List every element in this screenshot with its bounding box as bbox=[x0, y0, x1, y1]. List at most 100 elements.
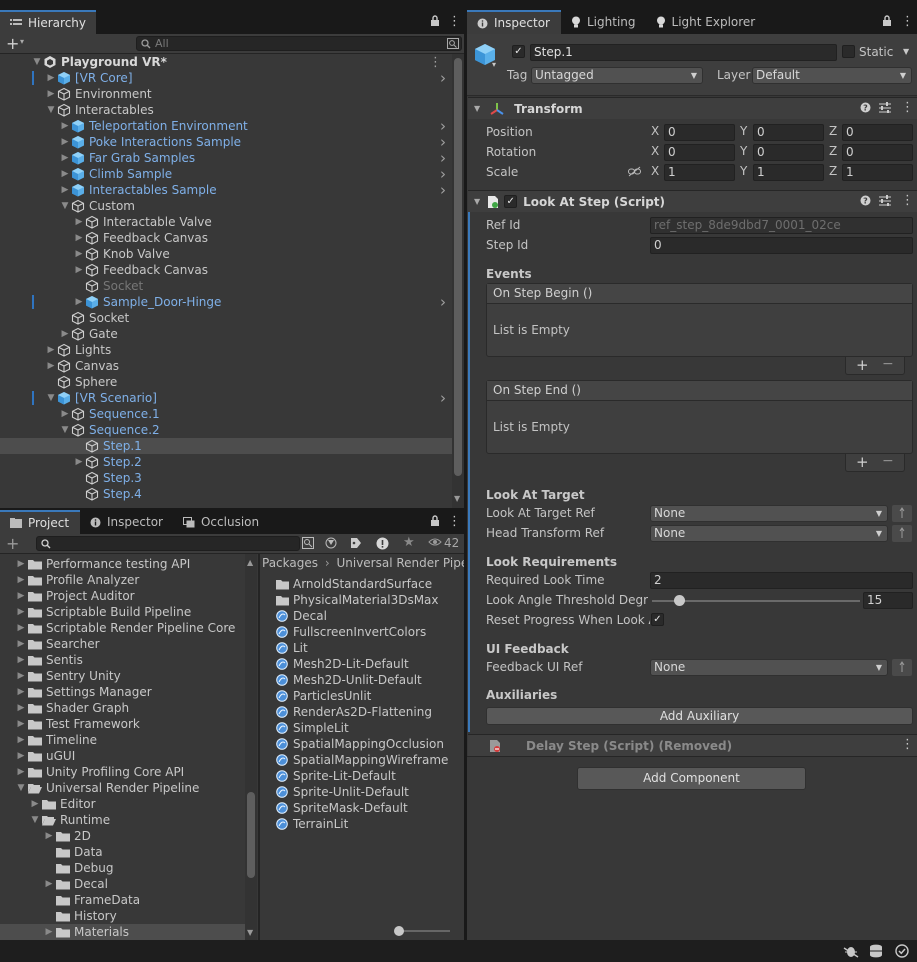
favorite-star-icon[interactable]: ★ bbox=[403, 535, 415, 550]
tab-hierarchy[interactable]: Hierarchy bbox=[0, 10, 96, 34]
folder-expand-icon[interactable]: ▶ bbox=[16, 623, 26, 633]
project-folder-row[interactable]: ▶ Project Auditor bbox=[0, 588, 245, 604]
look-at-step-enabled-checkbox[interactable]: ✓ bbox=[504, 195, 518, 208]
transform-presets-icon[interactable] bbox=[879, 102, 891, 113]
on-step-begin-add-button[interactable]: + bbox=[856, 356, 869, 374]
breadcrumb-packages[interactable]: Packages bbox=[262, 556, 318, 570]
project-folder-row[interactable]: ▶ Sentry Unity bbox=[0, 668, 245, 684]
hierarchy-row[interactable]: ▶ Feedback Canvas bbox=[0, 230, 452, 246]
look-at-step-header[interactable]: ▼ ✓ Look At Step (Script) bbox=[468, 190, 917, 212]
hierarchy-row[interactable]: Step.3 bbox=[0, 470, 452, 486]
filter-by-type-icon[interactable] bbox=[325, 537, 337, 549]
expand-toggle-icon[interactable]: ▶ bbox=[60, 166, 70, 182]
look-at-step-fold-icon[interactable]: ▼ bbox=[474, 197, 480, 206]
open-prefab-chevron-icon[interactable]: › bbox=[440, 181, 446, 199]
transform-position-z-field[interactable]: 0 bbox=[842, 124, 913, 141]
folder-expand-icon[interactable]: ▶ bbox=[16, 591, 26, 601]
tree-scroll-down-icon[interactable]: ▼ bbox=[247, 928, 253, 937]
project-folder-row[interactable]: ▶ 2D bbox=[0, 828, 245, 844]
cache-server-icon[interactable] bbox=[869, 944, 883, 958]
reset-progress-checkbox[interactable]: ✓ bbox=[651, 613, 664, 626]
project-lock-icon[interactable] bbox=[430, 515, 440, 527]
project-folder-row[interactable]: ▶ Settings Manager bbox=[0, 684, 245, 700]
project-asset-item[interactable]: Lit bbox=[276, 640, 308, 656]
step-id-field[interactable]: 0 bbox=[650, 237, 913, 254]
folder-expand-icon[interactable]: ▶ bbox=[16, 575, 26, 585]
hierarchy-row[interactable]: Socket bbox=[0, 278, 452, 294]
transform-scale-x-field[interactable]: 1 bbox=[664, 164, 735, 181]
eye-icon[interactable] bbox=[428, 537, 442, 547]
project-folder-row[interactable]: ▶ Scriptable Build Pipeline bbox=[0, 604, 245, 620]
expand-toggle-icon[interactable]: ▼ bbox=[46, 102, 56, 118]
expand-toggle-icon[interactable]: ▶ bbox=[74, 262, 84, 278]
on-step-end-add-button[interactable]: + bbox=[856, 453, 869, 471]
project-folder-row[interactable]: ▶ Decal bbox=[0, 876, 245, 892]
project-splitter[interactable] bbox=[258, 554, 260, 940]
transform-position-y-field[interactable]: 0 bbox=[753, 124, 824, 141]
folder-expand-icon[interactable]: ▶ bbox=[44, 831, 54, 841]
project-folder-row[interactable]: Data bbox=[0, 844, 245, 860]
scene-menu-icon[interactable]: ⋮ bbox=[429, 55, 442, 70]
transform-rotation-x-field[interactable]: 0 bbox=[664, 144, 735, 161]
delay-step-more-icon[interactable]: ⋮ bbox=[901, 737, 914, 752]
hierarchy-row[interactable]: ▶ Teleportation Environment › bbox=[0, 117, 452, 135]
expand-toggle-icon[interactable]: ▶ bbox=[60, 118, 70, 134]
required-look-time-field[interactable]: 2 bbox=[650, 572, 913, 589]
hierarchy-row[interactable]: ▼ [VR Scenario] › bbox=[0, 389, 452, 407]
hierarchy-row[interactable]: Socket bbox=[0, 310, 452, 326]
look-at-step-presets-icon[interactable] bbox=[879, 195, 891, 206]
head-transform-ref-picker-icon[interactable] bbox=[892, 525, 912, 542]
project-asset-item[interactable]: ParticlesUnlit bbox=[276, 688, 371, 704]
expand-toggle-icon[interactable]: ▶ bbox=[74, 454, 84, 470]
hierarchy-row[interactable]: Step.4 bbox=[0, 486, 452, 502]
transform-scale-z-field[interactable]: 1 bbox=[842, 164, 913, 181]
tab-occlusion[interactable]: Occlusion bbox=[173, 510, 269, 534]
expand-toggle-icon[interactable]: ▶ bbox=[60, 134, 70, 150]
project-asset-item[interactable]: Sprite-Lit-Default bbox=[276, 768, 396, 784]
expand-toggle-icon[interactable]: ▶ bbox=[74, 230, 84, 246]
expand-toggle-icon[interactable]: ▶ bbox=[46, 86, 56, 102]
expand-toggle-icon[interactable]: ▶ bbox=[60, 150, 70, 166]
folder-expand-icon[interactable]: ▶ bbox=[16, 687, 26, 697]
label-tag-icon[interactable] bbox=[350, 537, 362, 549]
project-asset-item[interactable]: Mesh2D-Unlit-Default bbox=[276, 672, 422, 688]
folder-expand-icon[interactable]: ▶ bbox=[16, 767, 26, 777]
transform-rotation-y-field[interactable]: 0 bbox=[753, 144, 824, 161]
debug-bug-icon[interactable] bbox=[843, 944, 859, 958]
folder-expand-icon[interactable]: ▶ bbox=[16, 703, 26, 713]
project-tree-scroll-thumb[interactable] bbox=[247, 792, 255, 878]
scene-expand-icon[interactable]: ▼ bbox=[32, 54, 42, 70]
project-folder-row[interactable]: ▼ Runtime bbox=[0, 812, 245, 828]
zoom-slider-thumb[interactable] bbox=[394, 926, 404, 936]
transform-scale-y-field[interactable]: 1 bbox=[753, 164, 824, 181]
hierarchy-row[interactable]: Sphere bbox=[0, 374, 452, 390]
warning-filter-icon[interactable] bbox=[376, 537, 389, 550]
transform-more-icon[interactable]: ⋮ bbox=[901, 100, 914, 115]
expand-toggle-icon[interactable]: ▶ bbox=[74, 246, 84, 262]
hierarchy-row[interactable]: ▶ [VR Core] › bbox=[0, 69, 452, 87]
head-transform-ref-dropdown[interactable]: None ▼ bbox=[650, 525, 888, 542]
inspector-more-icon[interactable]: ⋮ bbox=[901, 14, 914, 29]
expand-toggle-icon[interactable]: ▼ bbox=[46, 390, 56, 406]
folder-expand-icon[interactable]: ▶ bbox=[30, 799, 40, 809]
transform-fold-icon[interactable]: ▼ bbox=[474, 104, 480, 113]
search-filter-icon[interactable] bbox=[447, 38, 459, 49]
project-asset-item[interactable]: FullscreenInvertColors bbox=[276, 624, 426, 640]
tab-inspector-bottom[interactable]: Inspector bbox=[80, 510, 173, 534]
tab-lighting[interactable]: Lighting bbox=[561, 10, 646, 34]
hierarchy-row[interactable]: ▶ Sample_Door-Hinge › bbox=[0, 293, 452, 311]
static-dropdown-icon[interactable]: ▼ bbox=[903, 47, 909, 56]
expand-toggle-icon[interactable]: ▶ bbox=[46, 70, 56, 86]
hierarchy-row[interactable]: ▼ Sequence.2 bbox=[0, 422, 452, 438]
active-checkbox[interactable]: ✓ bbox=[512, 45, 525, 58]
hierarchy-row[interactable]: ▶ Environment bbox=[0, 86, 452, 102]
expand-toggle-icon[interactable]: ▶ bbox=[60, 326, 70, 342]
project-create-icon[interactable]: + bbox=[6, 534, 19, 553]
project-asset-item[interactable]: PhysicalMaterial3DsMax bbox=[276, 592, 439, 608]
look-angle-threshold-field[interactable]: 15 bbox=[863, 592, 913, 609]
add-auxiliary-button[interactable]: Add Auxiliary bbox=[486, 707, 913, 725]
search-by-type-icon[interactable] bbox=[302, 537, 314, 549]
expand-toggle-icon[interactable]: ▶ bbox=[74, 214, 84, 230]
folder-expand-icon[interactable]: ▶ bbox=[44, 927, 54, 937]
feedback-ui-ref-picker-icon[interactable] bbox=[892, 659, 912, 676]
